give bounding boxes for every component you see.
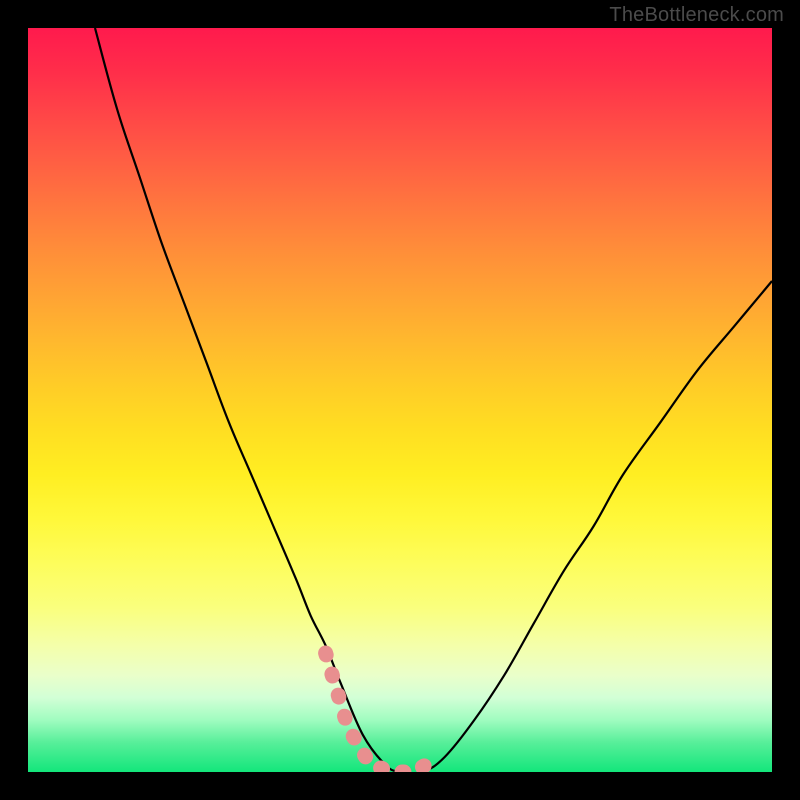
watermark-text: TheBottleneck.com [609,4,784,27]
highlight-dots [326,653,438,772]
curve-line [95,28,772,772]
plot-area [28,28,772,772]
chart-svg [28,28,772,772]
chart-frame: TheBottleneck.com [0,0,800,800]
